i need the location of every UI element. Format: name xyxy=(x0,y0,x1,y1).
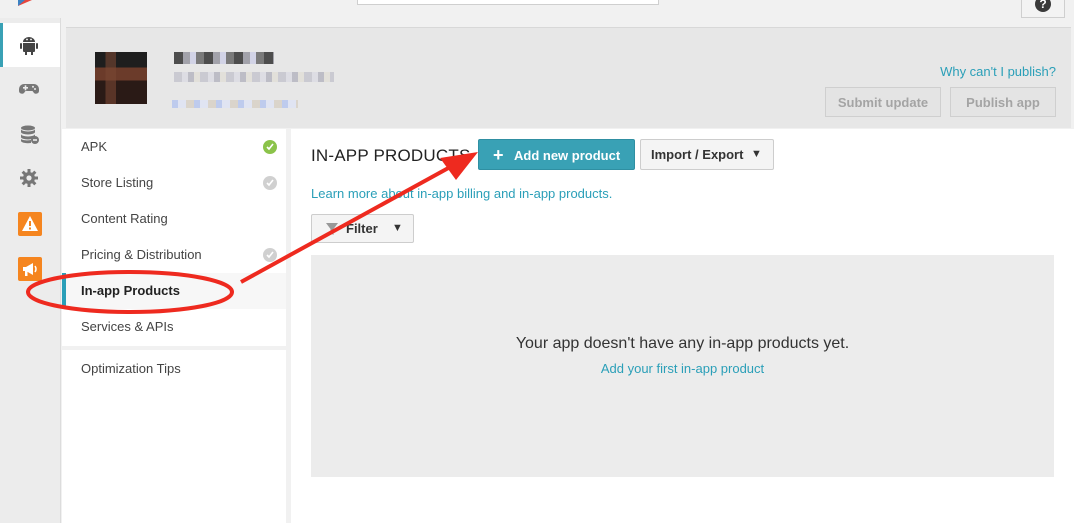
sidebar-item-content-rating[interactable]: Content Rating xyxy=(62,201,286,237)
sidebar-item-label: Content Rating xyxy=(81,211,168,226)
sidebar-item-in-app-products[interactable]: In-app Products xyxy=(62,273,286,309)
sidebar-item-label: Optimization Tips xyxy=(81,361,181,376)
app-links-redacted[interactable] xyxy=(172,100,298,108)
android-icon xyxy=(20,37,38,55)
rail-item-games[interactable] xyxy=(0,67,60,111)
search-input[interactable] xyxy=(357,0,659,5)
icon-rail xyxy=(0,18,61,523)
caret-down-icon: ▼ xyxy=(392,222,403,234)
import-export-dropdown[interactable]: Import / Export ▼ xyxy=(640,139,774,170)
gear-icon xyxy=(20,169,38,187)
sidebar-item-store-listing[interactable]: Store Listing xyxy=(62,165,286,201)
app-package-redacted xyxy=(174,72,334,82)
sidebar-item-apk[interactable]: APK xyxy=(62,129,286,165)
add-new-product-label: Add new product xyxy=(514,148,621,163)
database-icon xyxy=(21,125,39,144)
main-content: IN-APP PRODUCTS + Add new product Import… xyxy=(291,129,1074,523)
app-name-redacted xyxy=(174,52,274,64)
rail-item-announcements[interactable] xyxy=(0,246,60,290)
rail-item-services[interactable] xyxy=(0,112,60,156)
sidebar-nav: APK Store Listing Content Rating Pricing… xyxy=(62,129,286,523)
rail-item-alerts[interactable] xyxy=(0,201,60,245)
learn-more-link[interactable]: Learn more about in-app billing and in-a… xyxy=(311,186,612,201)
publish-app-button[interactable]: Publish app xyxy=(950,87,1056,117)
plus-icon: + xyxy=(493,145,504,165)
help-icon: ? xyxy=(1035,0,1051,12)
check-icon xyxy=(263,176,277,190)
megaphone-icon xyxy=(18,257,42,281)
gamepad-icon xyxy=(19,84,39,94)
app-header: Why can't I publish? Submit update Publi… xyxy=(66,27,1071,128)
app-icon xyxy=(95,52,147,104)
check-complete-icon xyxy=(263,140,277,154)
import-export-label: Import / Export xyxy=(651,147,744,162)
top-bar: ? xyxy=(0,0,1074,18)
filter-icon xyxy=(326,223,338,235)
filter-dropdown[interactable]: Filter ▼ xyxy=(311,214,414,243)
sidebar-item-label: Services & APIs xyxy=(81,319,174,334)
empty-state-message: Your app doesn't have any in-app product… xyxy=(515,335,850,352)
sidebar-item-label: In-app Products xyxy=(81,283,180,298)
sidebar-item-label: Store Listing xyxy=(81,175,154,190)
sidebar-item-optimization-tips[interactable]: Optimization Tips xyxy=(62,350,286,388)
filter-label: Filter xyxy=(346,221,378,236)
add-new-product-button[interactable]: + Add new product xyxy=(478,139,635,170)
page-title: IN-APP PRODUCTS xyxy=(311,146,471,165)
warning-icon xyxy=(18,212,42,236)
sidebar-item-label: APK xyxy=(81,139,108,154)
empty-state-panel: Your app doesn't have any in-app product… xyxy=(311,255,1054,477)
help-button[interactable]: ? xyxy=(1021,0,1065,18)
rail-item-settings[interactable] xyxy=(0,156,60,200)
check-icon xyxy=(263,248,277,262)
caret-down-icon: ▼ xyxy=(751,148,762,160)
play-console-logo-icon[interactable] xyxy=(18,0,32,6)
why-cant-publish-link[interactable]: Why can't I publish? xyxy=(940,64,1056,79)
sidebar-item-label: Pricing & Distribution xyxy=(81,247,202,262)
add-first-product-link[interactable]: Add your first in-app product xyxy=(311,361,1054,376)
submit-update-button[interactable]: Submit update xyxy=(825,87,941,117)
sidebar-item-pricing[interactable]: Pricing & Distribution xyxy=(62,237,286,273)
rail-item-android[interactable] xyxy=(0,23,60,67)
sidebar-item-services-apis[interactable]: Services & APIs xyxy=(62,309,286,345)
